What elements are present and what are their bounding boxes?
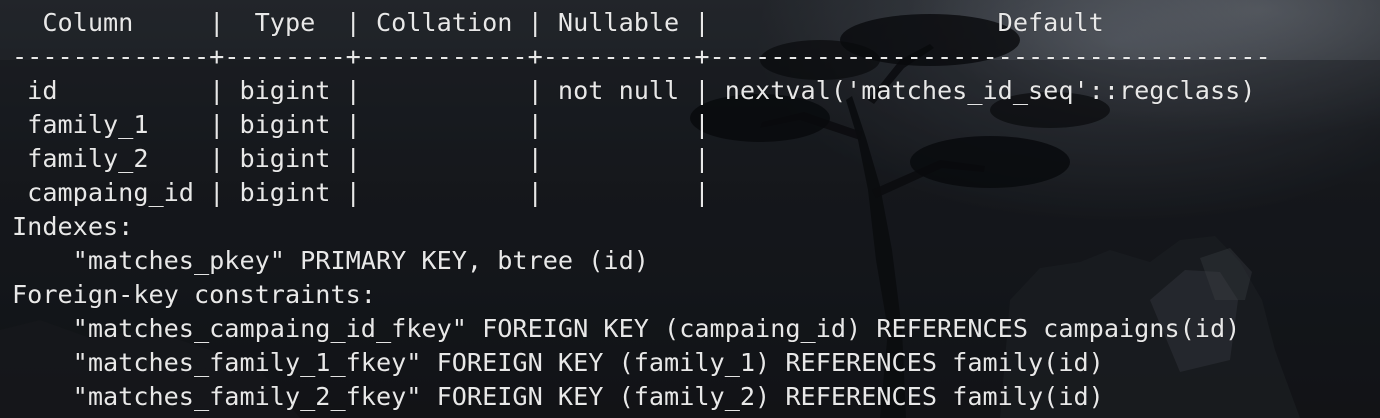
table-row: id | bigint | | not null | nextval('matc… [12, 76, 1256, 105]
index-entry: "matches_pkey" PRIMARY KEY, btree (id) [12, 246, 649, 275]
table-row: family_2 | bigint | | | [12, 144, 710, 173]
foreign-key-entry: "matches_family_2_fkey" FOREIGN KEY (fam… [12, 382, 1104, 411]
foreign-key-heading: Foreign-key constraints: [12, 280, 376, 309]
table-separator-row: -------------+--------+-----------+-----… [12, 42, 1271, 71]
terminal-output: Column | Type | Collation | Nullable | D… [0, 0, 1380, 418]
table-row: family_1 | bigint | | | [12, 110, 710, 139]
indexes-heading: Indexes: [12, 212, 134, 241]
table-header-row: Column | Type | Collation | Nullable | D… [12, 8, 1104, 37]
terminal-window[interactable]: Column | Type | Collation | Nullable | D… [0, 0, 1380, 418]
foreign-key-entry: "matches_family_1_fkey" FOREIGN KEY (fam… [12, 348, 1104, 377]
foreign-key-entry: "matches_campaing_id_fkey" FOREIGN KEY (… [12, 314, 1241, 343]
table-row: campaing_id | bigint | | | [12, 178, 710, 207]
